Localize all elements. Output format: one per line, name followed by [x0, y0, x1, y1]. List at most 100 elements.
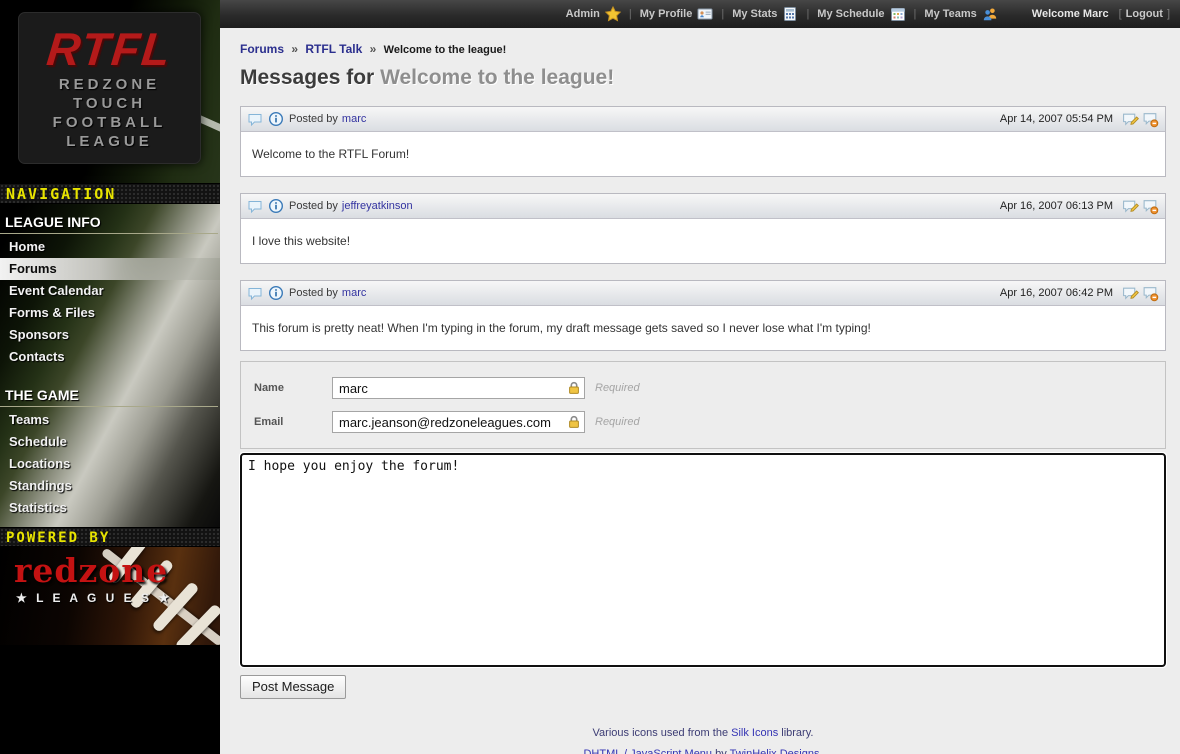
footer-line1: Various icons used from the Silk Icons l… [240, 727, 1166, 739]
message-header: Posted by marc Apr 16, 2007 06:42 PM [241, 281, 1165, 306]
message-date: Apr 14, 2007 05:54 PM [1000, 113, 1113, 125]
sidebar-item-forms-files[interactable]: Forms & Files [0, 302, 220, 324]
message-body: Welcome to the RTFL Forum! [241, 132, 1165, 176]
topbar-item-label: My Stats [732, 8, 777, 20]
name-row: Name Required [254, 377, 1152, 399]
message-date: Apr 16, 2007 06:42 PM [1000, 287, 1113, 299]
footer: Various icons used from the Silk Icons l… [240, 727, 1166, 754]
sidebar-item-schedule[interactable]: Schedule [0, 431, 220, 453]
sidebar-item-teams[interactable]: Teams [0, 409, 220, 431]
main-area: Admin | My Profile | My Stats | My Sched… [220, 0, 1180, 754]
info-icon [268, 285, 284, 301]
delete-comment-icon[interactable] [1142, 198, 1159, 215]
footer-text: by [712, 748, 730, 754]
leagues-wordmark: ★ L E A G U E S ★ [16, 591, 172, 605]
navigation-header: NAVIGATION [0, 183, 220, 204]
page-title: Messages for Welcome to the league! [240, 66, 1166, 90]
comment-icon [247, 111, 263, 127]
footer-text: . [819, 748, 822, 754]
message-body: I love this website! [241, 219, 1165, 263]
sidebar-item-statistics[interactable]: Statistics [0, 497, 220, 519]
sidebar-item-home[interactable]: Home [0, 236, 220, 258]
sidebar-item-forums[interactable]: Forums [0, 258, 220, 280]
sidebar-item-sponsors[interactable]: Sponsors [0, 324, 220, 346]
email-input-wrap [332, 411, 585, 433]
redzone-wordmark: redzone [14, 551, 168, 590]
footer-line2: DHTML / JavaScript Menu by TwinHelix Des… [240, 748, 1166, 754]
email-label: Email [254, 416, 332, 428]
dhtml-menu-link[interactable]: DHTML / JavaScript Menu [583, 748, 712, 754]
logo-line: FOOTBALL [19, 113, 200, 132]
comment-icon [247, 198, 263, 214]
logo-line: LEAGUE [19, 132, 200, 151]
email-input[interactable] [332, 411, 585, 433]
vcard-icon [697, 6, 713, 22]
topbar-item-admin[interactable]: Admin [566, 6, 621, 22]
topbar-item-label: My Schedule [817, 8, 884, 20]
reply-form: Name Required Email Required [240, 361, 1166, 449]
logout-bracket-left: [ [1119, 8, 1122, 20]
league-logo: RTFL REDZONE TOUCH FOOTBALL LEAGUE [18, 12, 201, 164]
author-link[interactable]: marc [342, 113, 366, 125]
topbar-item-my-schedule[interactable]: My Schedule [817, 6, 905, 22]
menu-section-league-info: LEAGUE INFO [0, 207, 218, 234]
topbar-user-area: Welcome Marc [ Logout ] [1032, 8, 1170, 20]
footer-text: Various icons used from the [593, 727, 732, 739]
author-link[interactable]: marc [342, 287, 366, 299]
lock-icon [566, 380, 582, 396]
topbar-separator: | [806, 8, 809, 20]
topbar-item-label: Admin [566, 8, 600, 20]
edit-comment-icon[interactable] [1122, 111, 1139, 128]
delete-comment-icon[interactable] [1142, 111, 1159, 128]
lock-icon [566, 414, 582, 430]
sidebar-menu: LEAGUE INFO Home Forums Event Calendar F… [0, 207, 220, 519]
info-icon [268, 198, 284, 214]
footer-text: library. [778, 727, 813, 739]
logo-line: REDZONE [19, 75, 200, 94]
delete-comment-icon[interactable] [1142, 285, 1159, 302]
logo-acronym: RTFL [16, 23, 202, 75]
topbar-item-my-teams[interactable]: My Teams [924, 6, 997, 22]
edit-comment-icon[interactable] [1122, 198, 1139, 215]
name-input-wrap [332, 377, 585, 399]
topbar-item-label: My Profile [640, 8, 693, 20]
menu-gap [0, 368, 220, 380]
sidebar-item-event-calendar[interactable]: Event Calendar [0, 280, 220, 302]
group-icon [982, 6, 998, 22]
logo-line: TOUCH [19, 94, 200, 113]
topbar-separator: | [721, 8, 724, 20]
posted-by-label: Posted by [289, 200, 338, 212]
comment-icon [247, 285, 263, 301]
breadcrumb-link-rtfl-talk[interactable]: RTFL Talk [305, 42, 362, 56]
required-label: Required [595, 416, 640, 428]
sidebar-item-contacts[interactable]: Contacts [0, 346, 220, 368]
edit-comment-icon[interactable] [1122, 285, 1139, 302]
topbar-item-my-stats[interactable]: My Stats [732, 6, 798, 22]
sidebar-item-standings[interactable]: Standings [0, 475, 220, 497]
posted-by-label: Posted by [289, 287, 338, 299]
info-icon [268, 111, 284, 127]
message-header: Posted by marc Apr 14, 2007 05:54 PM [241, 107, 1165, 132]
forum-message: Posted by jeffreyatkinson Apr 16, 2007 0… [240, 193, 1166, 264]
breadcrumb: Forums » RTFL Talk » Welcome to the leag… [240, 42, 1166, 56]
sidebar-item-locations[interactable]: Locations [0, 453, 220, 475]
page-title-topic: Welcome to the league! [380, 66, 614, 89]
topbar-item-my-profile[interactable]: My Profile [640, 6, 714, 22]
required-label: Required [595, 382, 640, 394]
logout-link[interactable]: Logout [1126, 8, 1163, 20]
message-textarea[interactable]: I hope you enjoy the forum! [240, 453, 1166, 667]
post-message-button[interactable]: Post Message [240, 675, 346, 699]
breadcrumb-link-forums[interactable]: Forums [240, 42, 284, 56]
name-input[interactable] [332, 377, 585, 399]
topbar-item-label: My Teams [924, 8, 976, 20]
forum-message: Posted by marc Apr 16, 2007 06:42 PM Thi… [240, 280, 1166, 351]
message-body: This forum is pretty neat! When I'm typi… [241, 306, 1165, 350]
powered-by-header: POWERED BY [0, 527, 220, 547]
email-row: Email Required [254, 411, 1152, 433]
silk-icons-link[interactable]: Silk Icons [731, 727, 778, 739]
menu-section-the-game: THE GAME [0, 380, 218, 407]
twinhelix-link[interactable]: TwinHelix Designs [730, 748, 820, 754]
author-link[interactable]: jeffreyatkinson [342, 200, 413, 212]
calendar-icon [890, 6, 906, 22]
sidebar: RTFL REDZONE TOUCH FOOTBALL LEAGUE NAVIG… [0, 0, 220, 754]
